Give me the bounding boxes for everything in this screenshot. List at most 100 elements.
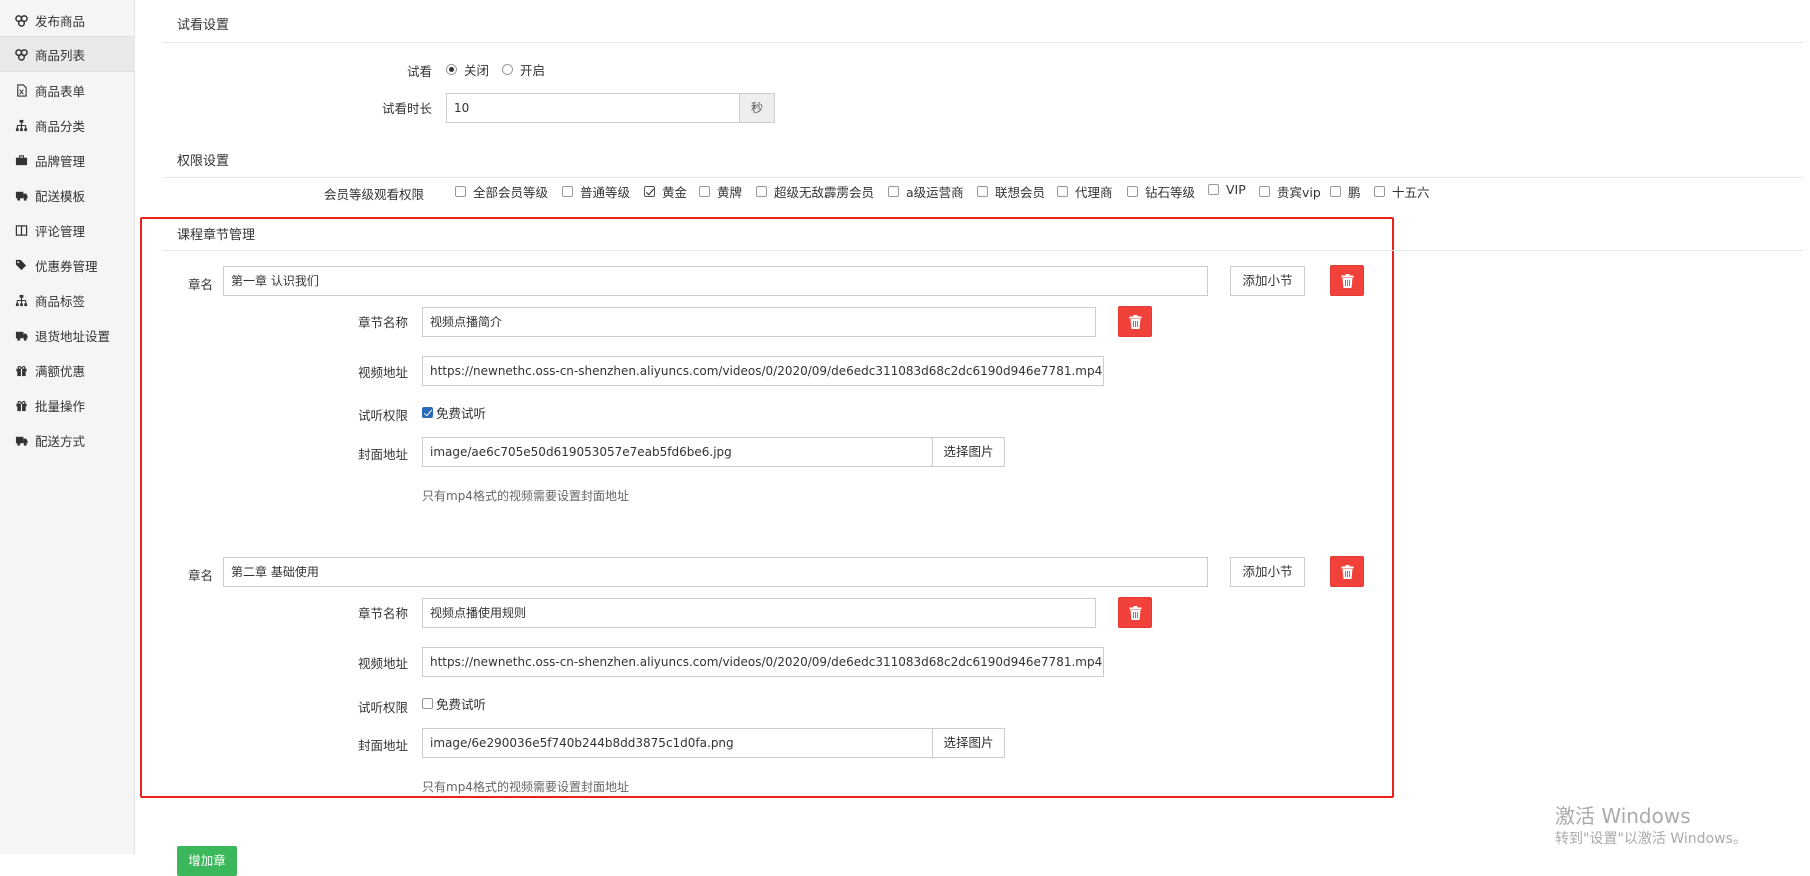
sidebar-item-label: 商品列表 (35, 47, 86, 63)
radio-unchecked[interactable] (502, 64, 513, 75)
trial-permission-label: 试听权限 (357, 408, 408, 423)
trial-duration-unit: 秒 (739, 93, 775, 123)
video-url-label: 视频地址 (357, 365, 408, 380)
radio-checked[interactable] (446, 64, 457, 75)
chapter-name-input[interactable]: 第二章 基础使用 (223, 557, 1208, 587)
checkbox[interactable] (756, 186, 767, 197)
sidebar-item-label: 满额优惠 (35, 363, 86, 379)
truck-icon (14, 433, 28, 447)
sidebar-item-label: 商品表单 (35, 83, 86, 99)
chapter-name-label: 章名 (187, 277, 213, 292)
delete-chapter-button[interactable] (1330, 265, 1364, 296)
perm-option-diamond[interactable]: 钻石等级 (1127, 182, 1195, 201)
sidebar-item-product-form[interactable]: 商品表单 (0, 72, 135, 108)
sidebar-item-batch-operation[interactable]: 批量操作 (0, 387, 135, 423)
choose-image-button[interactable]: 选择图片 (932, 728, 1005, 758)
sidebar-item-return-address[interactable]: 退货地址设置 (0, 317, 135, 353)
section-name-input[interactable]: 视频点播简介 (422, 307, 1096, 337)
checkbox-checked[interactable] (422, 407, 433, 418)
section-name-label: 章节名称 (357, 606, 408, 621)
sidebar-item-full-discount[interactable]: 满额优惠 (0, 352, 135, 388)
sidebar-item-label: 发布商品 (35, 13, 86, 29)
video-url-input[interactable]: https://newnethc.oss-cn-shenzhen.aliyunc… (422, 647, 1104, 677)
sidebar-item-delivery-method[interactable]: 配送方式 (0, 422, 135, 458)
delete-section-button[interactable] (1118, 597, 1152, 628)
checkbox[interactable] (1057, 186, 1068, 197)
checkbox[interactable] (1374, 186, 1385, 197)
perm-option-fifteen-six[interactable]: 十五六 (1374, 182, 1430, 201)
add-section-button[interactable]: 添加小节 (1230, 266, 1305, 296)
checkbox[interactable] (1208, 184, 1219, 195)
checkbox[interactable] (1259, 186, 1270, 197)
perm-option-guest-vip[interactable]: 贵宾vip (1259, 182, 1321, 201)
trash-icon (1341, 564, 1353, 579)
sidebar-item-label: 商品分类 (35, 118, 86, 134)
trial-label: 试看 (406, 64, 432, 79)
tags-icon (14, 258, 28, 272)
sitemap-icon (14, 293, 28, 307)
divider (163, 250, 1803, 251)
checkbox-checked[interactable] (644, 186, 655, 197)
cover-input[interactable]: image/ae6c705e50d619053057e7eab5fd6be6.j… (422, 437, 933, 467)
perm-option-normal[interactable]: 普通等级 (562, 182, 630, 201)
section-name-label: 章节名称 (357, 315, 408, 330)
sidebar-item-product-list[interactable]: 商品列表 (0, 36, 135, 72)
perm-option-a-operator[interactable]: a级运营商 (888, 182, 964, 201)
permission-section-title: 权限设置 (177, 154, 230, 169)
truck-icon (14, 188, 28, 202)
sidebar-item-brand[interactable]: 品牌管理 (0, 142, 135, 178)
add-section-button[interactable]: 添加小节 (1230, 557, 1305, 587)
checkbox[interactable] (699, 186, 710, 197)
trial-on-radio[interactable]: 开启 (502, 60, 545, 79)
delete-chapter-button[interactable] (1330, 556, 1364, 587)
perm-option-agent[interactable]: 代理商 (1057, 182, 1113, 201)
sidebar-item-product-tags[interactable]: 商品标签 (0, 282, 135, 318)
columns-icon (14, 223, 28, 237)
trash-icon (1129, 605, 1141, 620)
sidebar-item-label: 商品标签 (35, 293, 86, 309)
cover-hint: 只有mp4格式的视频需要设置封面地址 (422, 780, 629, 794)
chapter-name-input[interactable]: 第一章 认识我们 (223, 266, 1208, 296)
checkbox[interactable] (422, 698, 433, 709)
checkbox[interactable] (977, 186, 988, 197)
perm-option-vip[interactable]: VIP (1208, 182, 1246, 197)
video-url-label: 视频地址 (357, 656, 408, 671)
member-level-label: 会员等级观看权限 (323, 187, 424, 202)
perm-option-gold[interactable]: 黄金 (644, 182, 687, 201)
cover-input[interactable]: image/6e290036e5f740b244b8dd3875c1d0fa.p… (422, 728, 933, 758)
sidebar-item-product-category[interactable]: 商品分类 (0, 107, 135, 143)
sidebar-item-label: 优惠券管理 (35, 258, 98, 274)
trial-duration-input[interactable]: 10 (446, 93, 740, 123)
checkbox[interactable] (455, 186, 466, 197)
checkbox[interactable] (1127, 186, 1138, 197)
trial-off-radio[interactable]: 关闭 (446, 60, 489, 79)
divider (163, 42, 1803, 43)
windows-activation-hint: 转到"设置"以激活 Windows。 (1555, 831, 1747, 847)
sidebar-item-publish-product[interactable]: 发布商品 (0, 2, 135, 38)
delete-section-button[interactable] (1118, 306, 1152, 337)
perm-option-lenovo-member[interactable]: 联想会员 (977, 182, 1045, 201)
file-icon (14, 83, 28, 97)
perm-option-peng[interactable]: 鹏 (1330, 182, 1361, 201)
perm-option-super-member[interactable]: 超级无敌霹雳会员 (756, 182, 874, 201)
chapter-section-title: 课程章节管理 (177, 228, 256, 243)
sidebar-item-comments[interactable]: 评论管理 (0, 212, 135, 248)
perm-option-all-levels[interactable]: 全部会员等级 (455, 182, 548, 201)
free-trial-checkbox[interactable]: 免费试听 (422, 694, 486, 713)
add-chapter-button[interactable]: 增加章 (177, 846, 237, 876)
trial-section-title: 试看设置 (177, 18, 230, 33)
sidebar-item-label: 配送方式 (35, 433, 86, 449)
section-name-input[interactable]: 视频点播使用规则 (422, 598, 1096, 628)
video-url-input[interactable]: https://newnethc.oss-cn-shenzhen.aliyunc… (422, 356, 1104, 386)
trial-duration-label: 试看时长 (381, 101, 432, 116)
checkbox[interactable] (1330, 186, 1341, 197)
trash-icon (1129, 314, 1141, 329)
briefcase-icon (14, 153, 28, 167)
sidebar-item-coupons[interactable]: 优惠券管理 (0, 247, 135, 283)
perm-option-yellow-card[interactable]: 黄牌 (699, 182, 742, 201)
sidebar-item-shipping-template[interactable]: 配送模板 (0, 177, 135, 213)
choose-image-button[interactable]: 选择图片 (932, 437, 1005, 467)
checkbox[interactable] (562, 186, 573, 197)
free-trial-checkbox[interactable]: 免费试听 (422, 403, 486, 422)
checkbox[interactable] (888, 186, 899, 197)
